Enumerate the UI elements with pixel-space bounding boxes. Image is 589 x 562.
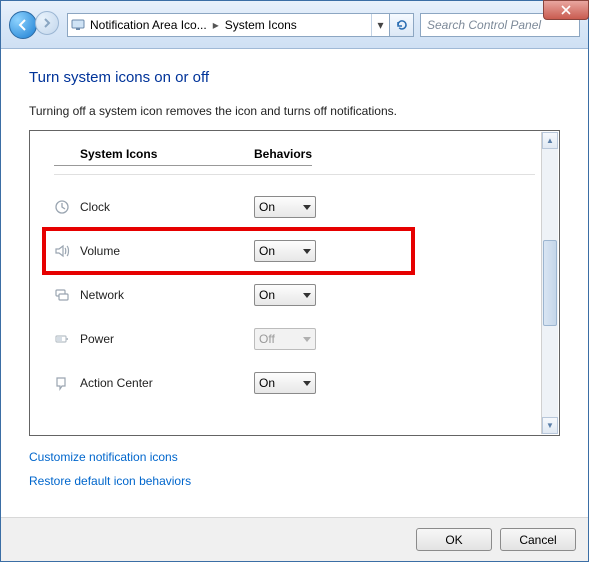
scroll-track[interactable] xyxy=(542,149,558,417)
content-area: Turn system icons on or off Turning off … xyxy=(1,49,588,506)
row-label: Power xyxy=(80,332,254,346)
customize-notification-icons-link[interactable]: Customize notification icons xyxy=(29,450,560,464)
clock-icon xyxy=(54,199,80,215)
breadcrumb-item[interactable]: Notification Area Ico... xyxy=(88,18,209,32)
system-icons-panel: System Icons Behaviors ClockOnVolumeOnNe… xyxy=(29,130,560,436)
scrollbar[interactable]: ▲ ▼ xyxy=(541,132,558,434)
network-icon xyxy=(54,287,80,303)
table-row: Network On xyxy=(54,273,535,317)
chevron-down-icon xyxy=(303,205,311,210)
behavior-select-value: Off xyxy=(259,332,275,346)
behavior-select[interactable]: On xyxy=(254,240,316,262)
refresh-button[interactable] xyxy=(390,13,414,37)
column-header-behaviors: Behaviors xyxy=(254,147,312,166)
action-center-icon xyxy=(54,375,80,391)
scroll-down-button[interactable]: ▼ xyxy=(542,417,558,434)
behavior-select[interactable]: On xyxy=(254,284,316,306)
ok-button[interactable]: OK xyxy=(416,528,492,551)
behavior-select-value: On xyxy=(259,376,275,390)
chevron-down-icon xyxy=(303,293,311,298)
restore-default-icon-behaviors-link[interactable]: Restore default icon behaviors xyxy=(29,474,560,488)
behavior-select-value: On xyxy=(259,200,275,214)
table-row: Clock On xyxy=(54,185,535,229)
breadcrumb-item[interactable]: System Icons xyxy=(223,18,299,32)
chevron-down-icon xyxy=(303,249,311,254)
behavior-select: Off xyxy=(254,328,316,350)
address-bar[interactable]: Notification Area Ico... ▸ System Icons … xyxy=(67,13,390,37)
page-title: Turn system icons on or off xyxy=(29,69,560,86)
nav-back-button[interactable] xyxy=(9,11,37,39)
cancel-button[interactable]: Cancel xyxy=(500,528,576,551)
chevron-down-icon xyxy=(303,381,311,386)
nav-forward-button[interactable] xyxy=(35,11,59,35)
scroll-thumb[interactable] xyxy=(543,240,557,326)
row-label: Action Center xyxy=(80,376,254,390)
search-placeholder: Search Control Panel xyxy=(427,18,541,32)
row-label: Volume xyxy=(80,244,254,258)
breadcrumb-separator-icon: ▸ xyxy=(209,18,223,32)
control-panel-icon xyxy=(68,19,88,31)
behavior-select[interactable]: On xyxy=(254,372,316,394)
page-description: Turning off a system icon removes the ic… xyxy=(29,104,560,118)
table-row: Power Off xyxy=(54,317,535,361)
chevron-down-icon xyxy=(303,337,311,342)
column-header-system-icons: System Icons xyxy=(54,147,254,166)
scroll-up-button[interactable]: ▲ xyxy=(542,132,558,149)
table-row: Volume On xyxy=(54,229,535,273)
behavior-select[interactable]: On xyxy=(254,196,316,218)
behavior-select-value: On xyxy=(259,288,275,302)
row-label: Network xyxy=(80,288,254,302)
power-icon xyxy=(54,331,80,347)
row-label: Clock xyxy=(80,200,254,214)
dialog-footer: OK Cancel xyxy=(1,517,588,561)
address-dropdown-button[interactable]: ▾ xyxy=(371,14,389,36)
behavior-select-value: On xyxy=(259,244,275,258)
window-close-button[interactable] xyxy=(543,0,589,20)
titlebar: Notification Area Ico... ▸ System Icons … xyxy=(1,1,588,49)
volume-icon xyxy=(54,243,80,259)
table-row: Action Center On xyxy=(54,361,535,405)
